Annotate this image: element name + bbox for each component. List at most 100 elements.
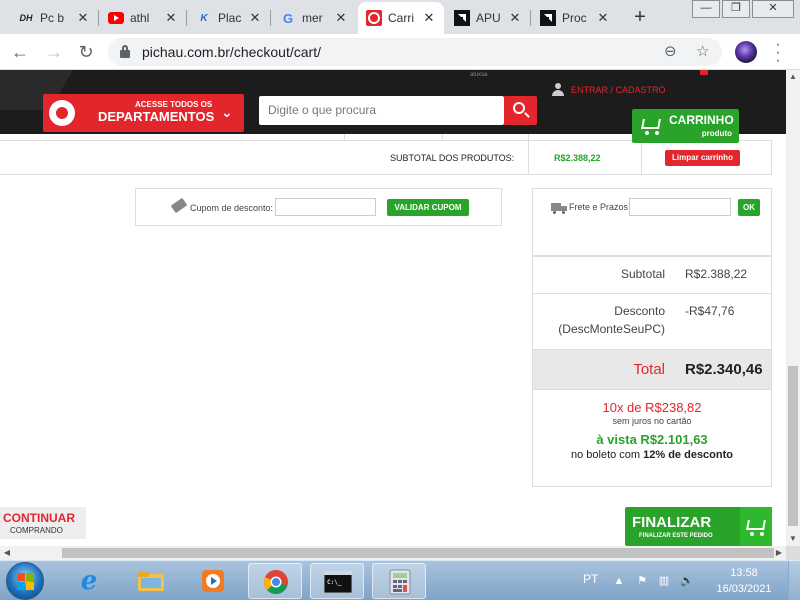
cash-note-discount: 12% de desconto — [643, 449, 733, 461]
clock-time: 13:58 — [730, 567, 758, 579]
tray-expand-icon[interactable]: ▲ — [611, 573, 627, 589]
close-tab-icon[interactable]: ✕ — [508, 10, 522, 26]
close-tab-icon[interactable]: ✕ — [164, 10, 178, 26]
validate-coupon-button[interactable]: VALIDAR CUPOM — [387, 199, 469, 216]
vertical-scrollbar[interactable]: ▲ ▼ — [786, 70, 800, 546]
minimize-icon[interactable]: — — [692, 0, 720, 18]
continue-shopping-button[interactable]: CONTINUAR COMPRANDO — [0, 507, 86, 539]
browser-tab-7[interactable]: Proc ✕ — [532, 2, 618, 34]
close-window-icon[interactable]: ✕ — [752, 0, 794, 18]
site-search-input[interactable]: Digite o que procura — [259, 96, 504, 125]
forward-arrow-icon[interactable]: → — [42, 40, 66, 64]
lock-icon — [120, 45, 130, 58]
browser-toolbar: ← → ↻ pichau.com.br/checkout/cart/ ⊖ ☆ ·… — [0, 34, 800, 70]
horizontal-scroll-thumb[interactable] — [62, 548, 774, 558]
volume-icon[interactable]: 🔈 — [679, 573, 695, 589]
continue-label: CONTINUAR — [3, 511, 75, 525]
departments-button[interactable]: ACESSE TODOS OS DEPARTAMENTOS ⌄ — [43, 94, 244, 132]
restore-icon[interactable]: ❐ — [722, 0, 750, 18]
browser-tab-1[interactable]: DH Pc b ✕ — [10, 2, 98, 34]
browser-tab-6[interactable]: APU ✕ — [446, 2, 530, 34]
horizontal-scrollbar[interactable]: ◀ ▶ — [0, 546, 786, 560]
browser-tab-5-active[interactable]: Carri ✕ — [358, 2, 444, 34]
profile-avatar[interactable] — [735, 41, 757, 63]
checkout-sublabel: FINALIZAR ESTE PEDIDO — [639, 533, 713, 539]
youtube-icon — [108, 10, 124, 26]
summary-discount-label: Desconto — [614, 304, 665, 318]
close-tab-icon[interactable]: ✕ — [596, 10, 610, 26]
taskbar-media-player[interactable] — [186, 563, 240, 599]
browser-tab-3[interactable]: K Plac ✕ — [188, 2, 270, 34]
summary-discount-code: (DescMonteSeuPC) — [558, 322, 665, 336]
zoom-icon[interactable]: ⊖ — [664, 42, 677, 60]
chrome-icon — [262, 569, 290, 595]
summary-subtotal-row: Subtotal R$2.388,22 — [533, 256, 771, 293]
address-bar[interactable]: pichau.com.br/checkout/cart/ ⊖ ☆ — [108, 38, 722, 66]
close-tab-icon[interactable]: ✕ — [76, 10, 90, 26]
browser-menu-icon[interactable]: · · · — [768, 37, 788, 69]
scroll-down-icon[interactable]: ▼ — [786, 532, 800, 546]
bookmark-star-icon[interactable]: ☆ — [696, 42, 709, 60]
site-search-button[interactable] — [504, 96, 537, 125]
header-accent — [700, 70, 708, 75]
cash-note: no boleto com 12% de desconto — [533, 449, 771, 461]
dh-favicon-icon: DH — [19, 13, 33, 23]
close-tab-icon[interactable]: ✕ — [422, 10, 436, 26]
summary-total-label: Total — [633, 361, 665, 378]
windows-taskbar: e C:\_ PT ▲ ⚑ ▥ 🔈 13:58 16/03/2021 — [0, 560, 800, 600]
system-clock[interactable]: 13:58 16/03/2021 — [712, 565, 776, 597]
language-indicator[interactable]: PT — [583, 572, 598, 586]
command-prompt-icon: C:\_ — [324, 569, 352, 595]
browser-tab-2[interactable]: athl ✕ — [100, 2, 186, 34]
browser-tab-4[interactable]: G mer ✕ — [272, 2, 356, 34]
taskbar-chrome[interactable] — [248, 563, 302, 599]
taskbar-ie[interactable]: e — [62, 563, 116, 599]
coupon-input[interactable] — [275, 198, 376, 216]
chevron-down-icon: ⌄ — [221, 104, 233, 120]
cash-note-prefix: no boleto com — [570, 449, 644, 461]
tab-title: Pc b — [40, 11, 65, 25]
network-icon[interactable]: ▥ — [656, 573, 672, 589]
cart-subtotal-row: SUBTOTAL DOS PRODUTOS: R$2.388,22 Limpar… — [0, 140, 772, 175]
reload-icon[interactable]: ↻ — [74, 40, 98, 64]
tab-title: athl — [130, 11, 150, 25]
summary-payment-row: 10x de R$238,82 sem juros no cartão à vi… — [533, 389, 771, 487]
start-button[interactable] — [6, 562, 44, 600]
taskbar-calculator[interactable] — [372, 563, 426, 599]
scroll-right-icon[interactable]: ▶ — [772, 546, 786, 560]
continue-sublabel: COMPRANDO — [10, 526, 63, 535]
clear-cart-button[interactable]: Limpar carrinho — [665, 150, 740, 166]
window-controls: — ❐ ✕ — [690, 0, 794, 18]
show-desktop-button[interactable] — [788, 561, 800, 600]
zipcode-input[interactable] — [629, 198, 731, 216]
departments-caption: ACESSE TODOS OS — [135, 100, 213, 109]
taskbar-explorer[interactable] — [124, 563, 178, 599]
google-icon: G — [282, 10, 294, 26]
taskbar-cmd[interactable]: C:\_ — [310, 563, 364, 599]
shopping-cart-icon — [744, 518, 768, 536]
amd-icon — [540, 10, 556, 26]
folder-icon — [137, 568, 165, 594]
back-arrow-icon[interactable]: ← — [8, 40, 32, 64]
cash-price: à vista R$2.101,63 — [596, 432, 708, 447]
action-center-flag-icon[interactable]: ⚑ — [634, 573, 650, 589]
cart-button[interactable]: CARRINHO produto — [632, 109, 739, 143]
media-player-icon — [199, 568, 227, 594]
scroll-left-icon[interactable]: ◀ — [0, 546, 14, 560]
vertical-scroll-thumb[interactable] — [788, 366, 798, 526]
header-faded-text: aluxsa — [470, 72, 488, 78]
scroll-up-icon[interactable]: ▲ — [786, 70, 800, 84]
calculator-icon — [386, 569, 414, 595]
tab-title: APU — [476, 11, 501, 25]
url-text: pichau.com.br/checkout/cart/ — [142, 44, 321, 60]
amd-icon — [454, 10, 470, 26]
browser-tab-strip: DH Pc b ✕ athl ✕ K Plac ✕ G mer ✕ Carri … — [0, 0, 800, 34]
login-link[interactable]: ENTRAR / CADASTRO — [571, 85, 666, 95]
checkout-button[interactable]: FINALIZAR FINALIZAR ESTE PEDIDO — [625, 507, 772, 546]
new-tab-button[interactable]: + — [628, 6, 652, 30]
close-tab-icon[interactable]: ✕ — [334, 10, 348, 26]
shopping-cart-icon — [639, 117, 663, 135]
close-tab-icon[interactable]: ✕ — [248, 10, 262, 26]
user-icon[interactable] — [551, 83, 565, 97]
shipping-ok-button[interactable]: OK — [738, 199, 760, 216]
